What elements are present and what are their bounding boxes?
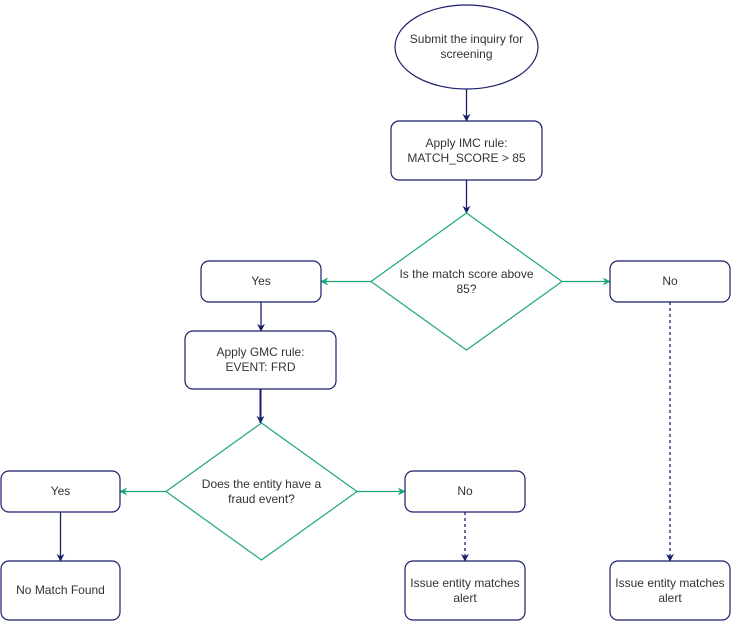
node-no-1-shape[interactable] bbox=[609, 260, 731, 303]
node-yes-2-shape[interactable] bbox=[0, 470, 121, 513]
node-alert-1-shape[interactable] bbox=[404, 560, 526, 621]
node-alert-2-shape[interactable] bbox=[609, 560, 731, 621]
flowchart-canvas bbox=[0, 4, 731, 621]
node-decision-fraud-shape[interactable] bbox=[164, 422, 359, 561]
node-start-shape[interactable] bbox=[394, 4, 539, 90]
node-no-match-shape[interactable] bbox=[0, 560, 121, 621]
node-decision-score-shape[interactable] bbox=[369, 212, 564, 351]
node-no-2-shape[interactable] bbox=[404, 470, 526, 513]
node-gmc-rule-shape[interactable] bbox=[184, 330, 337, 390]
node-imc-rule-shape[interactable] bbox=[390, 120, 543, 181]
node-yes-1-shape[interactable] bbox=[200, 260, 322, 303]
